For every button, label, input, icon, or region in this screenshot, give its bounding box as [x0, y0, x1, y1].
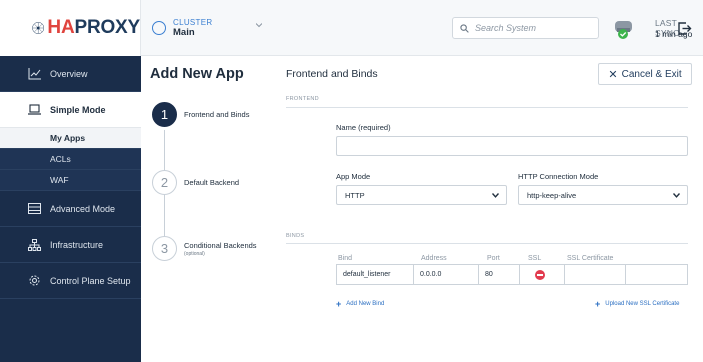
binds-divider: [286, 243, 688, 244]
plus-icon: +: [336, 299, 342, 309]
bind-address-cell[interactable]: 0.0.0.0: [413, 264, 479, 285]
frontend-section-label: FRONTEND: [286, 96, 319, 102]
upload-ssl-certificate-label: Upload New SSL Certificate: [605, 301, 680, 307]
chevron-down-icon: [673, 193, 680, 198]
page-title: Add New App: [150, 66, 244, 82]
column-header-ssl: SSL: [528, 255, 542, 262]
search-input[interactable]: Search System: [452, 17, 599, 39]
http-connection-mode-value: http-keep-alive: [527, 190, 577, 200]
bind-port-cell[interactable]: 80: [478, 264, 520, 285]
bind-name-cell[interactable]: default_listener: [336, 264, 414, 285]
search-placeholder: Search System: [475, 23, 537, 33]
sidebar-item-label: Infrastructure: [50, 239, 104, 250]
add-new-bind-link[interactable]: + Add New Bind: [336, 299, 384, 309]
cluster-name: Main: [173, 27, 195, 38]
sidebar-item-label: Simple Mode: [50, 104, 106, 115]
sidebar-item-label: Advanced Mode: [50, 203, 116, 214]
name-label: Name (required): [336, 123, 391, 132]
top-bar: HAPROXY CLUSTER Main Search System LAST …: [0, 0, 703, 56]
bind-ssl-certificate-cell[interactable]: [564, 264, 626, 285]
column-header-ssl-certificate: SSL Certificate: [567, 255, 614, 262]
cancel-exit-label: Cancel & Exit: [621, 68, 682, 80]
add-new-bind-label: Add New Bind: [346, 301, 385, 307]
bind-ssl-cell[interactable]: [519, 264, 565, 285]
laptop-icon: [28, 104, 41, 115]
sitemap-icon: [28, 238, 41, 251]
app-mode-select[interactable]: HTTP: [336, 185, 507, 205]
http-connection-mode-select[interactable]: http-keep-alive: [518, 185, 688, 205]
brand-name: HAPROXY: [47, 17, 140, 38]
step-label: Conditional Backends: [184, 241, 257, 250]
step-number: 3: [152, 236, 177, 261]
ssl-disabled-icon[interactable]: [535, 270, 545, 280]
sidebar-item-overview[interactable]: Overview: [0, 56, 141, 92]
sidebar-item-infrastructure[interactable]: Infrastructure: [0, 227, 141, 263]
sidebar-item-simple-mode[interactable]: Simple Mode: [0, 92, 141, 128]
sidebar: Overview Simple Mode My Apps ACLs WAF Ad…: [0, 56, 141, 362]
gear-icon: [29, 275, 40, 286]
http-connection-mode-label: HTTP Connection Mode: [518, 172, 599, 181]
sidebar-item-advanced-mode[interactable]: Advanced Mode: [0, 191, 141, 227]
sidebar-subitem-acls[interactable]: ACLs: [0, 149, 141, 170]
app-mode-value: HTTP: [345, 190, 365, 200]
name-input[interactable]: [336, 136, 688, 156]
logo[interactable]: HAPROXY: [0, 0, 141, 56]
column-header-bind: Bind: [338, 255, 353, 262]
plus-icon: +: [595, 299, 601, 309]
chevron-down-icon: [492, 193, 499, 198]
cluster-status-icon: [152, 21, 166, 35]
server-icon: [28, 203, 41, 214]
app-mode-label: App Mode: [336, 172, 371, 181]
sidebar-subitem-my-apps[interactable]: My Apps: [0, 128, 141, 149]
upload-ssl-certificate-link[interactable]: + Upload New SSL Certificate: [595, 299, 679, 309]
step-number: 1: [152, 102, 177, 127]
binds-section-label: BINDS: [286, 233, 305, 239]
chevron-down-icon: [256, 23, 262, 28]
frontend-divider: [286, 107, 688, 108]
step-number: 2: [152, 170, 177, 195]
chart-line-icon: [28, 67, 41, 79]
step-label: Default Backend: [184, 178, 240, 187]
search-icon: [460, 23, 469, 33]
cluster-label: CLUSTER: [173, 18, 213, 27]
column-header-port: Port: [487, 255, 500, 262]
close-icon: ✕: [608, 68, 618, 81]
cluster-selector[interactable]: CLUSTER Main: [152, 18, 262, 38]
logout-icon[interactable]: [677, 21, 692, 36]
step-optional-note: (optional): [184, 251, 205, 257]
column-header-address: Address: [421, 255, 447, 262]
sidebar-item-control-plane-setup[interactable]: Control Plane Setup: [0, 263, 141, 299]
sidebar-item-label: Control Plane Setup: [50, 275, 131, 286]
bind-extra-cell[interactable]: [625, 264, 688, 285]
sidebar-item-label: Overview: [50, 68, 88, 79]
sync-status-icon[interactable]: [613, 18, 635, 40]
sidebar-subitem-waf[interactable]: WAF: [0, 170, 141, 191]
step-label: Frontend and Binds: [184, 110, 250, 119]
section-heading: Frontend and Binds: [286, 68, 378, 80]
haproxy-logo-icon: [32, 22, 45, 34]
cancel-exit-button[interactable]: ✕ Cancel & Exit: [598, 63, 692, 85]
